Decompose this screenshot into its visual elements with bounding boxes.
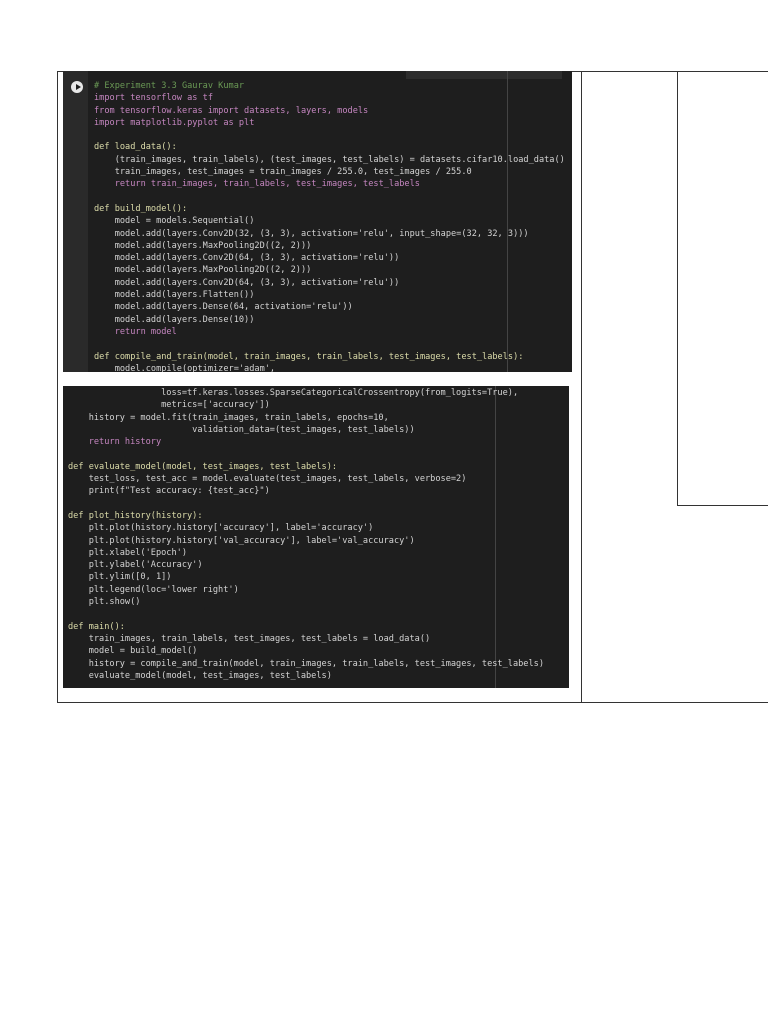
code-line: model.compile(optimizer='adam', bbox=[94, 363, 276, 372]
code-line: model.add(layers.Conv2D(64, (3, 3), acti… bbox=[94, 277, 400, 288]
code-line: plt.ylabel('Accuracy') bbox=[68, 560, 203, 571]
code-line: validation_data=(test_images, test_label… bbox=[68, 424, 415, 435]
code-line: import matplotlib.pyplot as plt bbox=[94, 117, 255, 128]
code-line: evaluate_model(model, test_images, test_… bbox=[68, 670, 332, 681]
code-editor[interactable]: # Experiment 3.3 Gaurav Kumar import tens… bbox=[94, 80, 565, 372]
code-line: model.add(layers.Dense(10)) bbox=[94, 314, 255, 325]
code-line: import tensorflow as tf bbox=[94, 93, 213, 104]
code-line: model = build_model() bbox=[68, 646, 198, 657]
column-divider bbox=[581, 71, 582, 703]
code-cell-screenshot-1: # Experiment 3.3 Gaurav Kumar import tens… bbox=[63, 71, 572, 372]
code-line: train_images, train_labels, test_images,… bbox=[68, 633, 431, 644]
code-line: train_images, test_images = train_images… bbox=[94, 167, 472, 178]
code-line: plt.plot(history.history['val_accuracy']… bbox=[68, 535, 415, 546]
code-line: model.add(layers.Conv2D(64, (3, 3), acti… bbox=[94, 253, 400, 264]
code-line: print(f"Test accuracy: {test_acc}") bbox=[68, 486, 270, 497]
code-cell-screenshot-2: loss=tf.keras.losses.SparseCategoricalCr… bbox=[63, 386, 569, 688]
code-line: plt.legend(loc='lower right') bbox=[68, 584, 239, 595]
code-line: test_loss, test_acc = model.evaluate(tes… bbox=[68, 474, 467, 485]
cell-toolbar bbox=[406, 71, 562, 79]
code-line: plt.plot(history.history['accuracy'], la… bbox=[68, 523, 374, 534]
code-line: return history bbox=[68, 437, 162, 448]
code-line: # Experiment 3.3 Gaurav Kumar bbox=[94, 81, 245, 91]
code-line: plt.show() bbox=[68, 597, 141, 608]
code-line: model.add(layers.Dense(64, activation='r… bbox=[94, 302, 353, 313]
code-line: model.add(layers.MaxPooling2D((2, 2))) bbox=[94, 265, 312, 276]
code-line: from tensorflow.keras import datasets, l… bbox=[94, 105, 369, 116]
run-cell-icon[interactable] bbox=[71, 81, 83, 93]
code-line: def compile_and_train(model, train_image… bbox=[94, 351, 524, 362]
code-line: return train_images, train_labels, test_… bbox=[94, 179, 420, 190]
code-line: return model bbox=[94, 326, 177, 337]
code-editor[interactable]: loss=tf.keras.losses.SparseCategoricalCr… bbox=[68, 387, 544, 682]
code-line: model.add(layers.MaxPooling2D((2, 2))) bbox=[94, 240, 312, 251]
code-line: def evaluate_model(model, test_images, t… bbox=[68, 461, 338, 472]
code-line: model.add(layers.Flatten()) bbox=[94, 290, 255, 301]
code-line: def build_model(): bbox=[94, 203, 188, 214]
code-line: (train_images, train_labels), (test_imag… bbox=[94, 154, 565, 165]
cell-gutter bbox=[63, 71, 88, 372]
code-line: metrics=['accuracy']) bbox=[68, 400, 270, 411]
code-line: model.add(layers.Conv2D(32, (3, 3), acti… bbox=[94, 228, 529, 239]
row-divider bbox=[677, 505, 768, 506]
code-line: loss=tf.keras.losses.SparseCategoricalCr… bbox=[68, 388, 519, 398]
code-line: plt.xlabel('Epoch') bbox=[68, 547, 187, 558]
code-line: def load_data(): bbox=[94, 142, 177, 153]
column-divider bbox=[677, 71, 678, 505]
code-line: history = compile_and_train(model, train… bbox=[68, 658, 544, 669]
code-line: plt.ylim([0, 1]) bbox=[68, 572, 172, 583]
code-line: model = models.Sequential() bbox=[94, 216, 255, 227]
code-line: history = model.fit(train_images, train_… bbox=[68, 412, 389, 423]
code-line: def plot_history(history): bbox=[68, 510, 203, 521]
code-line: def main(): bbox=[68, 621, 125, 632]
